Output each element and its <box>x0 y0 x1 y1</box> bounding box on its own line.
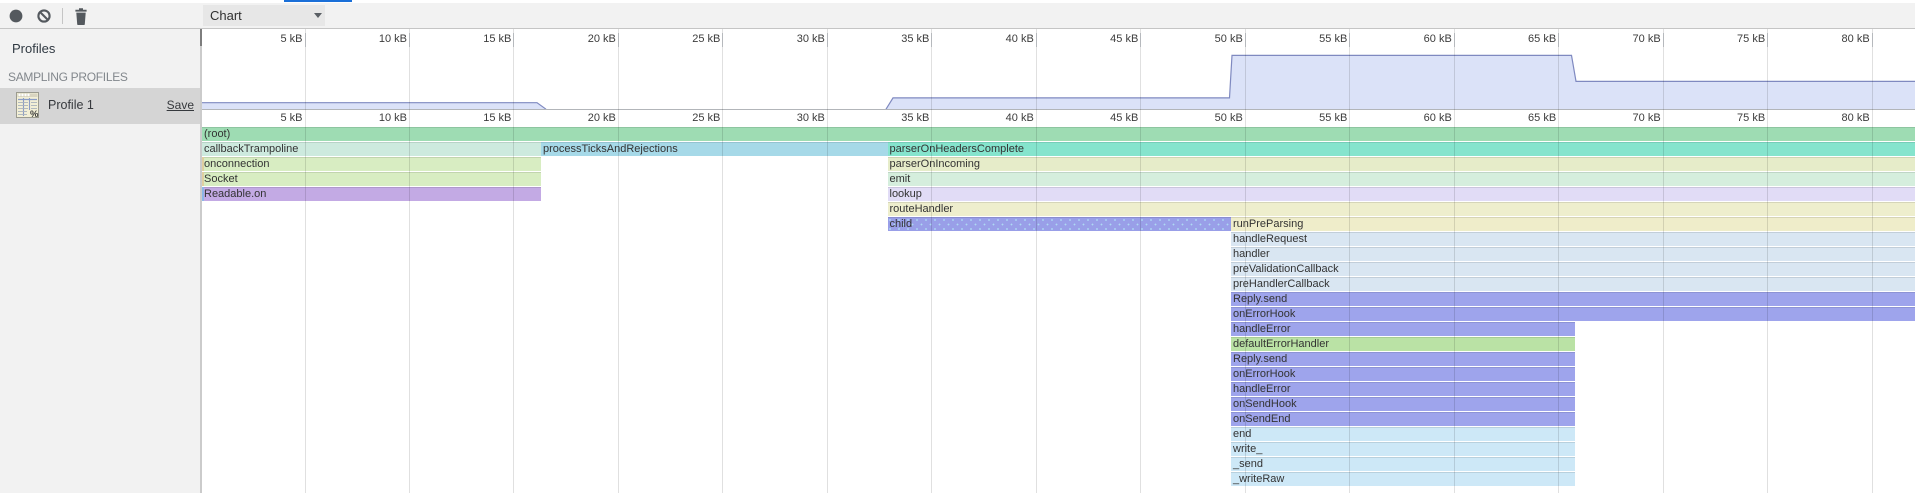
svg-text:%: % <box>30 109 39 119</box>
